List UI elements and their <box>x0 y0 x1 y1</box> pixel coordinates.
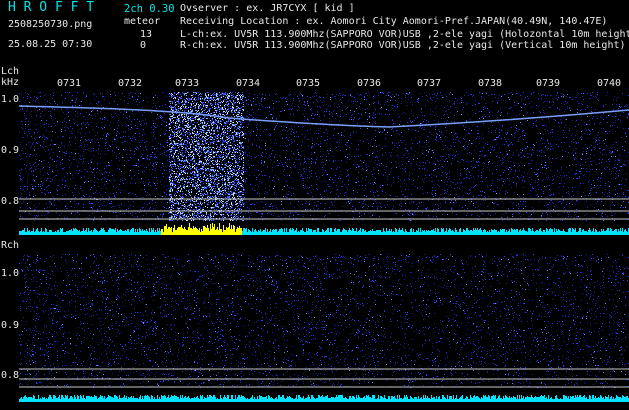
time-tick-0731: 0731 <box>57 78 82 89</box>
time-tick-0738: 0738 <box>478 78 503 89</box>
header: H R O F F T 2508250730.png 25.08.25 07:3… <box>0 0 629 62</box>
right-y-label-2: 0.8 <box>1 370 20 381</box>
meteor-label: meteor <box>124 16 161 27</box>
time-tick-0740: 0740 <box>597 78 622 89</box>
right-y-label-0: 1.0 <box>1 268 20 279</box>
lch-info-line: L-ch:ex. UV5R 113.900Mhz(SAPPORO VOR)USB… <box>180 29 629 40</box>
noise-texture <box>19 92 629 221</box>
meteor-count-rch: 0 <box>140 40 147 51</box>
app-logo: H R O F F T <box>8 0 95 15</box>
left-y-label-0: 1.0 <box>1 94 20 105</box>
observer-line: Ovserver : ex. JR7CYX [ kid ] <box>180 3 355 14</box>
time-tick-0739: 0739 <box>536 78 561 89</box>
meteor-count-lch: 13 <box>140 29 153 40</box>
lch-spectrogram-canvas <box>19 92 629 235</box>
file-name: 2508250730.png <box>8 19 93 30</box>
right-y-label-1: 0.9 <box>1 320 20 331</box>
rch-label: Rch <box>1 240 20 251</box>
time-tick-0732: 0732 <box>118 78 143 89</box>
noise-texture <box>19 254 629 388</box>
time-axis: 0731 0732 0733 0734 0735 0736 0737 0738 0739 0740 <box>0 78 629 92</box>
time-tick-0736: 0736 <box>357 78 382 89</box>
baseline-spectrum <box>19 223 629 235</box>
time-tick-0734: 0734 <box>236 78 261 89</box>
rch-info-line: R-ch:ex. UV5R 113.900Mhz(SAPPORO VOR)USB… <box>180 40 626 51</box>
lch-label: Lch <box>1 66 20 77</box>
location-line: Receiving Location : ex. Aomori City Aom… <box>180 16 608 27</box>
carrier-trace <box>19 105 629 128</box>
channel-mode: 2ch 0.30 <box>124 3 175 15</box>
rch-spectrogram-canvas <box>19 254 629 402</box>
time-tick-0733: 0733 <box>175 78 200 89</box>
lch-spectrogram <box>19 92 629 235</box>
date-time: 25.08.25 07:30 <box>8 39 93 50</box>
left-y-label-2: 0.8 <box>1 196 20 207</box>
time-tick-0735: 0735 <box>296 78 321 89</box>
baseline-spectrum <box>19 395 629 402</box>
time-tick-0737: 0737 <box>417 78 442 89</box>
rch-spectrogram <box>19 254 629 402</box>
left-y-label-1: 0.9 <box>1 145 20 156</box>
